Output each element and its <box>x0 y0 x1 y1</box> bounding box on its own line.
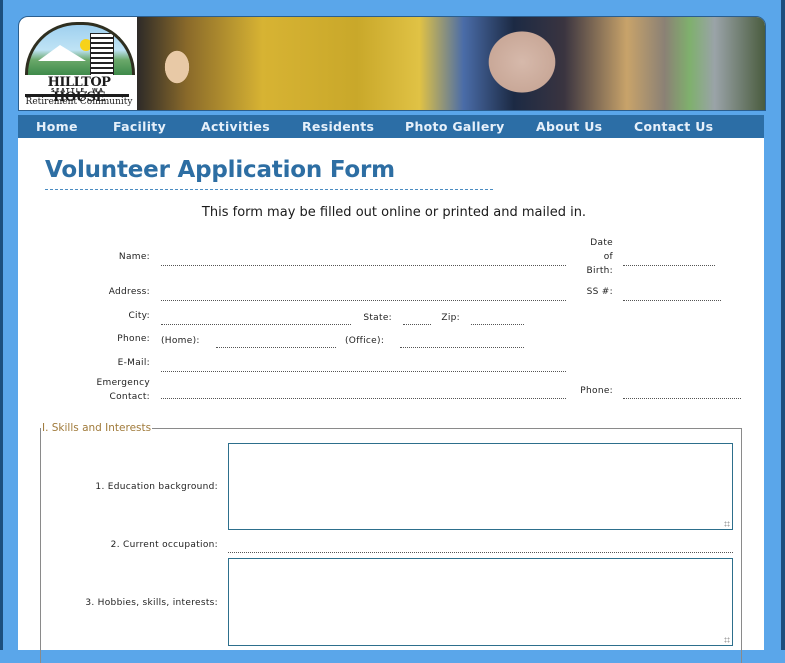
logo-emblem <box>25 22 135 75</box>
zip-label: Zip: <box>441 313 460 323</box>
zip-field[interactable] <box>471 324 524 325</box>
skills-section-legend: I. Skills and Interests <box>42 422 152 434</box>
dob-label-line2: of <box>603 252 613 262</box>
education-textarea[interactable] <box>228 443 733 530</box>
emergency-phone-field[interactable] <box>623 398 741 399</box>
office-phone-field[interactable] <box>400 347 524 348</box>
emergency-contact-field[interactable] <box>161 398 566 399</box>
email-label: E-Mail: <box>117 358 150 368</box>
main-content: Volunteer Application Form This form may… <box>18 138 764 663</box>
state-label: State: <box>363 313 392 323</box>
home-phone-label: (Home): <box>161 336 200 346</box>
ssn-field[interactable] <box>623 300 721 301</box>
emergency-label-line1: Emergency <box>96 378 150 388</box>
hobbies-label: 3. Hobbies, skills, interests: <box>85 598 218 608</box>
dob-label-line3: Birth: <box>586 266 613 276</box>
nav-photo-gallery[interactable]: Photo Gallery <box>405 119 505 134</box>
state-field[interactable] <box>403 324 431 325</box>
nav-facility[interactable]: Facility <box>113 119 166 134</box>
window-left-edge <box>0 0 3 650</box>
home-phone-field[interactable] <box>216 347 336 348</box>
city-field[interactable] <box>161 324 351 325</box>
city-label: City: <box>128 311 150 321</box>
ssn-label: SS #: <box>586 287 613 297</box>
phone-label: Phone: <box>117 334 150 344</box>
nav-residents[interactable]: Residents <box>302 119 374 134</box>
nav-contact-us[interactable]: Contact Us <box>634 119 713 134</box>
site-logo[interactable]: HILLTOP HOUSE SEATTLE, WA Retirement Com… <box>21 19 135 108</box>
nav-home[interactable]: Home <box>36 119 78 134</box>
name-field[interactable] <box>161 265 566 266</box>
emergency-label-line2: Contact: <box>109 392 150 402</box>
page-title: Volunteer Application Form <box>45 157 395 183</box>
emergency-phone-label: Phone: <box>580 386 613 396</box>
name-label: Name: <box>118 252 150 262</box>
address-label: Address: <box>108 287 150 297</box>
intro-text: This form may be filled out online or pr… <box>201 205 587 220</box>
resize-grip-icon[interactable] <box>724 521 730 527</box>
occupation-field[interactable] <box>228 552 733 553</box>
header-photo-banner <box>137 17 765 110</box>
dob-field[interactable] <box>623 265 715 266</box>
resize-grip-icon[interactable] <box>724 637 730 643</box>
office-phone-label: (Office): <box>345 336 385 346</box>
title-divider <box>45 189 493 190</box>
address-field[interactable] <box>161 300 566 301</box>
occupation-label: 2. Current occupation: <box>110 540 218 550</box>
logo-tagline: Retirement Community <box>25 97 133 107</box>
building-icon <box>90 33 114 75</box>
mountain-icon <box>38 45 86 61</box>
main-nav: Home Facility Activities Residents Photo… <box>18 115 764 138</box>
dob-label-line1: Date <box>590 238 613 248</box>
site-header: HILLTOP HOUSE SEATTLE, WA Retirement Com… <box>18 16 766 111</box>
window-right-edge <box>781 0 785 650</box>
nav-about-us[interactable]: About Us <box>536 119 602 134</box>
nav-activities[interactable]: Activities <box>201 119 270 134</box>
education-label: 1. Education background: <box>95 482 218 492</box>
hobbies-textarea[interactable] <box>228 558 733 646</box>
email-field[interactable] <box>161 371 566 372</box>
